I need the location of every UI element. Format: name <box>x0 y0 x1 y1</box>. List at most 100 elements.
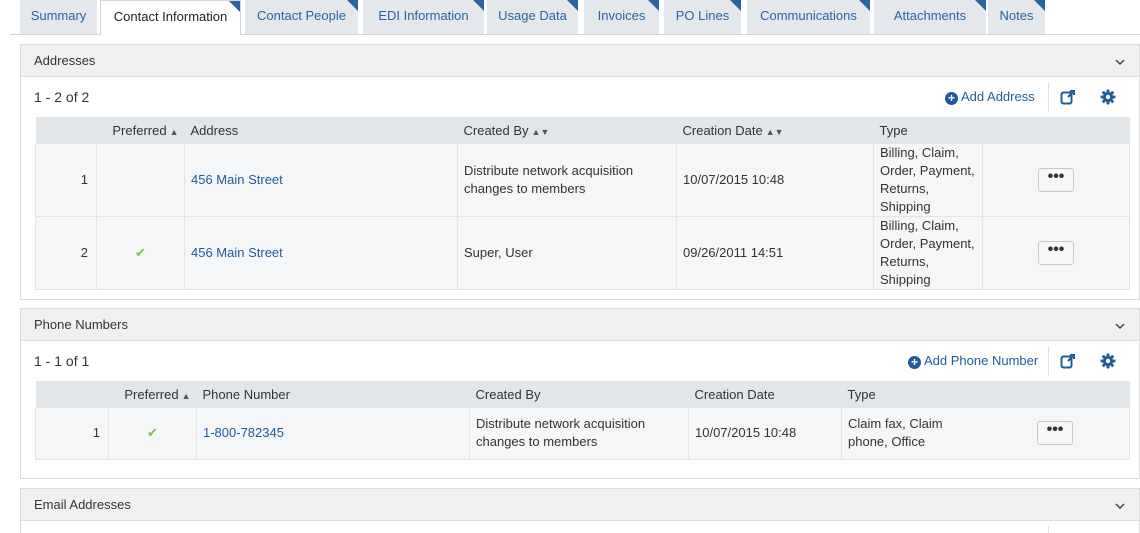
sort-icon: ▲ <box>181 391 191 401</box>
type-actions-cell: Claim fax, Claim phone, Office ••• <box>841 408 1130 460</box>
external-link-icon[interactable] <box>1060 89 1076 105</box>
gear-icon[interactable] <box>1100 353 1116 369</box>
row-actions-button[interactable]: ••• <box>1038 241 1074 265</box>
flag-icon <box>648 0 659 11</box>
tab-po-lines[interactable]: PO Lines <box>664 0 741 34</box>
column-preferred[interactable]: Preferred ▲ <box>96 117 185 144</box>
row-index: 2 <box>35 216 97 290</box>
column-preferred[interactable]: Preferred ▲ <box>108 381 197 408</box>
tab-label: Contact Information <box>113 9 228 24</box>
column-label: Creation Date <box>694 387 775 402</box>
chevron-down-icon[interactable] <box>1115 57 1125 67</box>
actions-cell: ••• <box>982 216 1130 290</box>
row-actions-button[interactable]: ••• <box>1038 168 1074 192</box>
phone-numbers-section: Phone Numbers 1 - 1 of 1 + Add Phone Numb… <box>20 308 1140 479</box>
created-by-cell: Distribute network acquisition changes t… <box>457 144 677 217</box>
tab-label: Summary <box>30 8 87 23</box>
type-value: Claim fax, Claim phone, Office <box>848 416 943 450</box>
chevron-down-icon[interactable] <box>1115 501 1125 511</box>
column-index <box>35 117 97 144</box>
creation-date-cell: 10/07/2015 10:48 <box>676 144 874 217</box>
phone-number-cell: 1-800-782345 <box>196 408 470 460</box>
type-cell: Billing, Claim, Order, Payment, Returns,… <box>873 144 983 217</box>
column-label: Phone Number <box>202 387 290 402</box>
tab-edi-information[interactable]: EDI Information <box>363 0 484 34</box>
email-addresses-title: Email Addresses <box>34 497 131 512</box>
addresses-count: 1 - 2 of 2 <box>34 89 90 105</box>
column-created-by[interactable]: Created By ▲▼ <box>457 117 677 144</box>
column-index <box>35 381 109 408</box>
addresses-title: Addresses <box>34 53 96 68</box>
flag-icon <box>730 0 741 11</box>
flag-icon <box>347 0 358 11</box>
table-header-row: Preferred ▲ Address Created By ▲▼ Creation… <box>35 117 1130 144</box>
column-type: Type <box>873 117 983 144</box>
tab-label: Notes <box>999 8 1034 23</box>
chevron-down-icon[interactable] <box>1115 321 1125 331</box>
tab-attachments[interactable]: Attachments <box>874 0 986 34</box>
tab-usage-data[interactable]: Usage Data <box>487 0 578 34</box>
addresses-header: Addresses <box>21 45 1139 77</box>
tab-label: Contact People <box>257 8 346 23</box>
add-address-label: Add Address <box>961 89 1035 104</box>
addresses-section: Addresses 1 - 2 of 2 + Add Address Prefer… <box>20 44 1140 300</box>
toolbar-divider <box>1048 346 1049 376</box>
email-addresses-section: Email Addresses <box>20 488 1140 533</box>
column-creation-date[interactable]: Creation Date <box>688 381 842 408</box>
flag-icon <box>1034 0 1045 11</box>
sort-icon: ▲ <box>169 127 179 137</box>
type-cell: Billing, Claim, Order, Payment, Returns,… <box>873 216 983 290</box>
flag-icon <box>229 1 240 12</box>
tab-label: Communications <box>760 8 857 23</box>
tab-label: EDI Information <box>378 8 469 23</box>
gear-icon[interactable] <box>1100 89 1116 105</box>
check-icon: ✔ <box>147 425 158 441</box>
column-creation-date[interactable]: Creation Date ▲▼ <box>676 117 874 144</box>
address-cell: 456 Main Street <box>184 144 458 217</box>
column-label: Address <box>190 123 239 138</box>
column-actions <box>982 117 1130 144</box>
table-row: 1 ✔ 1-800-782345 Distribute network acqu… <box>35 408 1130 460</box>
phone-numbers-title: Phone Numbers <box>34 317 128 332</box>
actions-cell: ••• <box>982 144 1130 217</box>
column-label: Preferred <box>124 387 179 402</box>
column-phone-number[interactable]: Phone Number <box>196 381 470 408</box>
tab-notes[interactable]: Notes <box>988 0 1045 34</box>
address-link[interactable]: 456 Main Street <box>191 245 283 260</box>
add-address-button[interactable]: + Add Address <box>945 89 1035 105</box>
table-row: 2 ✔ 456 Main Street Super, User 09/26/20… <box>35 216 1130 290</box>
phone-numbers-count: 1 - 1 of 1 <box>34 353 90 369</box>
phone-numbers-header: Phone Numbers <box>21 309 1139 341</box>
tab-communications[interactable]: Communications <box>747 0 870 34</box>
row-actions-button[interactable]: ••• <box>1037 421 1073 446</box>
toolbar-divider <box>1048 82 1049 112</box>
plus-circle-icon: + <box>945 92 958 105</box>
plus-circle-icon: + <box>908 356 921 369</box>
preferred-cell <box>96 144 185 217</box>
tab-label: PO Lines <box>675 8 730 23</box>
preferred-cell: ✔ <box>108 408 197 460</box>
table-header-row: Preferred ▲ Phone Number Created By Creat… <box>35 381 1130 408</box>
sort-icon: ▲▼ <box>531 127 550 137</box>
external-link-icon[interactable] <box>1060 353 1076 369</box>
tab-summary[interactable]: Summary <box>20 0 97 34</box>
tab-contact-information[interactable]: Contact Information <box>100 0 241 35</box>
phone-numbers-table: Preferred ▲ Phone Number Created By Creat… <box>35 381 1130 460</box>
flag-icon <box>473 0 484 11</box>
address-link[interactable]: 456 Main Street <box>191 172 283 187</box>
column-address[interactable]: Address <box>184 117 458 144</box>
created-by-cell: Distribute network acquisition changes t… <box>469 408 689 460</box>
tab-label: Usage Data <box>498 8 567 23</box>
tab-invoices[interactable]: Invoices <box>584 0 659 34</box>
tab-label: Invoices <box>597 8 646 23</box>
flag-icon <box>567 0 578 11</box>
row-index: 1 <box>35 408 109 460</box>
tab-contact-people[interactable]: Contact People <box>245 0 358 34</box>
email-addresses-header: Email Addresses <box>21 489 1139 521</box>
add-phone-number-button[interactable]: + Add Phone Number <box>908 353 1038 369</box>
column-label: Preferred <box>112 123 167 138</box>
column-created-by[interactable]: Created By <box>469 381 689 408</box>
column-label: Type <box>879 123 908 138</box>
phone-number-link[interactable]: 1-800-782345 <box>203 425 284 440</box>
flag-icon <box>975 0 986 11</box>
